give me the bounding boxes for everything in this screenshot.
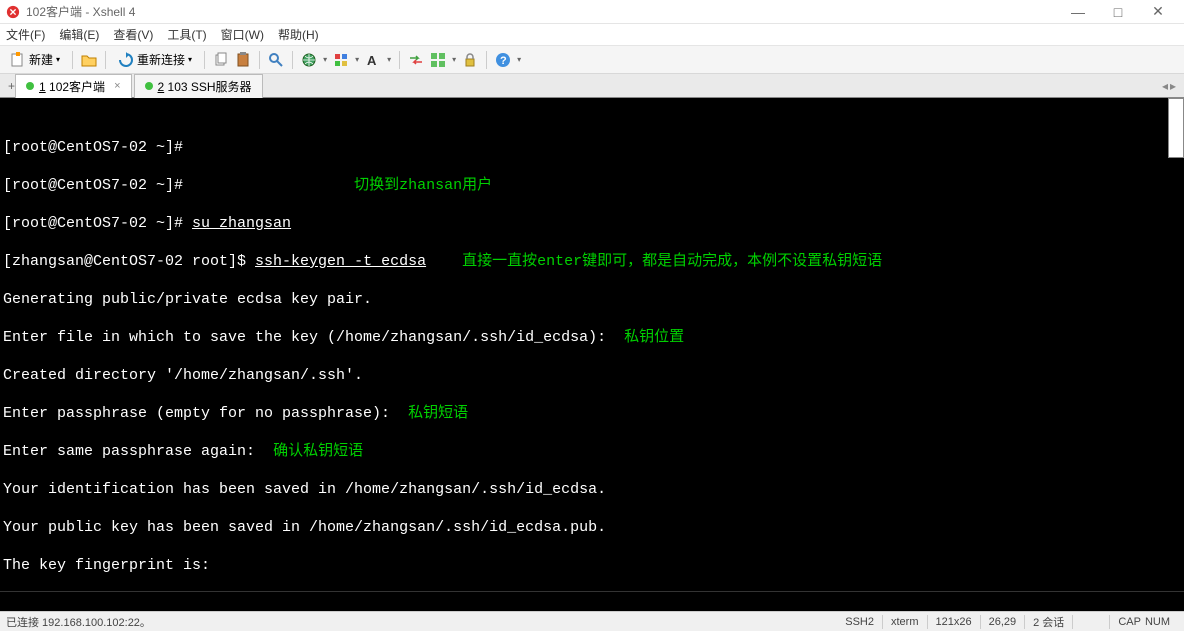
tab-102-client[interactable]: 1 102客户端 × (15, 74, 131, 98)
dropdown-icon[interactable]: ▾ (387, 55, 391, 64)
separator (204, 51, 205, 69)
output: Enter file in which to save the key (/ho… (3, 329, 615, 346)
separator (72, 51, 73, 69)
prompt: [root@CentOS7-02 ~]# (3, 177, 183, 194)
status-dot-icon (145, 82, 153, 90)
tab-bar: + 1 102客户端 × 2 103 SSH服务器 ◂ ▸ (0, 74, 1184, 98)
maximize-button[interactable]: □ (1098, 4, 1138, 20)
tab-scroll-right[interactable]: ▸ (1170, 79, 1176, 93)
svg-text:A: A (367, 53, 377, 68)
status-size: 121x26 (936, 616, 972, 628)
separator (399, 51, 400, 69)
new-button[interactable]: 新建 ▾ (6, 49, 64, 70)
status-num: NUM (1145, 616, 1170, 628)
status-cap: CAP (1118, 616, 1141, 628)
command: su zhangsan (192, 215, 291, 232)
status-term-type: xterm (891, 616, 919, 628)
palette-icon[interactable] (333, 52, 349, 68)
menu-view[interactable]: 查看(V) (113, 26, 153, 43)
reconnect-icon (118, 52, 134, 68)
terminal-footer (0, 591, 1184, 611)
separator (486, 51, 487, 69)
prompt: [root@CentOS7-02 ~]# (3, 139, 183, 156)
menu-edit[interactable]: 编辑(E) (59, 26, 99, 43)
dropdown-icon[interactable]: ▾ (355, 55, 359, 64)
font-icon[interactable]: A (365, 52, 381, 68)
dropdown-icon[interactable]: ▾ (452, 55, 456, 64)
tab-label: 2 103 SSH服务器 (158, 78, 252, 95)
output: Enter passphrase (empty for no passphras… (3, 405, 399, 422)
transfer-icon[interactable] (408, 52, 424, 68)
command: ssh-keygen -t ecdsa (255, 253, 426, 270)
output: Your public key has been saved in /home/… (3, 518, 1181, 537)
tab-label: 1 102客户端 (39, 78, 105, 95)
annotation: 私钥短语 (408, 405, 468, 422)
reconnect-button[interactable]: 重新连接 ▾ (114, 49, 196, 70)
dropdown-icon: ▾ (188, 55, 192, 64)
title-bar: 102客户端 - Xshell 4 — □ ✕ (0, 0, 1184, 24)
menu-window[interactable]: 窗口(W) (221, 26, 264, 43)
open-icon[interactable] (81, 52, 97, 68)
menu-help[interactable]: 帮助(H) (278, 26, 319, 43)
output: Created directory '/home/zhangsan/.ssh'. (3, 366, 1181, 385)
close-tab-button[interactable]: × (114, 80, 120, 92)
tab-scroll: ◂ ▸ (1162, 79, 1180, 93)
annotation: 切换到zhansan用户 (354, 177, 492, 194)
status-dot-icon (26, 82, 34, 90)
output: Generating public/private ecdsa key pair… (3, 290, 1181, 309)
scrollbar[interactable] (1168, 98, 1184, 591)
app-icon (6, 5, 20, 19)
annotation: 私钥位置 (624, 329, 684, 346)
scroll-thumb[interactable] (1168, 98, 1184, 158)
status-connection: 已连接 192.168.100.102:22。 (6, 614, 151, 630)
output: Enter same passphrase again: (3, 443, 264, 460)
reconnect-label: 重新连接 (137, 51, 185, 68)
dropdown-icon: ▾ (56, 55, 60, 64)
status-cursor-pos: 26,29 (989, 616, 1017, 628)
status-bar: 已连接 192.168.100.102:22。 SSH2 xterm 121x2… (0, 611, 1184, 631)
new-label: 新建 (29, 51, 53, 68)
separator (292, 51, 293, 69)
menu-tools[interactable]: 工具(T) (167, 26, 206, 43)
dropdown-icon[interactable]: ▾ (517, 55, 521, 64)
paste-icon[interactable] (235, 52, 251, 68)
copy-icon[interactable] (213, 52, 229, 68)
menu-file[interactable]: 文件(F) (6, 26, 45, 43)
svg-text:?: ? (500, 55, 507, 67)
lock-icon[interactable] (462, 52, 478, 68)
status-sessions: 2 会话 (1033, 614, 1064, 630)
terminal[interactable]: [root@CentOS7-02 ~]# [root@CentOS7-02 ~]… (0, 98, 1184, 591)
status-ssh: SSH2 (845, 616, 874, 628)
tab-103-ssh-server[interactable]: 2 103 SSH服务器 (134, 74, 263, 98)
new-icon (10, 52, 26, 68)
globe-icon[interactable] (301, 52, 317, 68)
close-window-button[interactable]: ✕ (1138, 3, 1178, 20)
add-tab-button[interactable]: + (8, 79, 15, 93)
help-icon[interactable]: ? (495, 52, 511, 68)
separator (259, 51, 260, 69)
output: The key fingerprint is: (3, 556, 1181, 575)
prompt: [root@CentOS7-02 ~]# (3, 215, 192, 232)
output: Your identification has been saved in /h… (3, 480, 1181, 499)
annotation: 确认私钥短语 (273, 443, 363, 460)
window-title: 102客户端 - Xshell 4 (26, 3, 1058, 20)
annotation: 直接一直按enter键即可，都是自动完成，本例不设置私钥短语 (462, 253, 882, 270)
dropdown-icon[interactable]: ▾ (323, 55, 327, 64)
prompt: [zhangsan@CentOS7-02 root]$ (3, 253, 255, 270)
layout-icon[interactable] (430, 52, 446, 68)
minimize-button[interactable]: — (1058, 4, 1098, 20)
separator (105, 51, 106, 69)
toolbar: 新建 ▾ 重新连接 ▾ ▾ ▾ A ▾ ▾ ? ▾ (0, 46, 1184, 74)
menu-bar: 文件(F) 编辑(E) 查看(V) 工具(T) 窗口(W) 帮助(H) (0, 24, 1184, 46)
search-icon[interactable] (268, 52, 284, 68)
tab-scroll-left[interactable]: ◂ (1162, 79, 1168, 93)
